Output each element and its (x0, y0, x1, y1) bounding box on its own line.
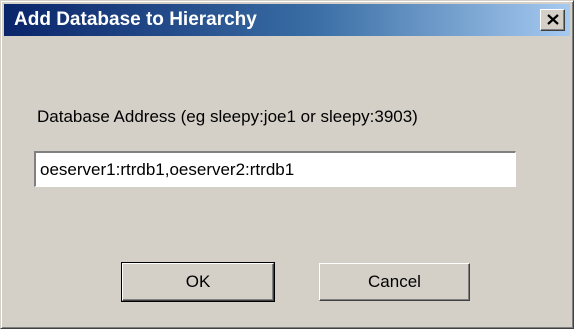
close-icon (547, 14, 559, 25)
cancel-button[interactable]: Cancel (319, 263, 470, 301)
title-bar[interactable]: Add Database to Hierarchy (4, 4, 570, 36)
ok-button[interactable]: OK (121, 262, 275, 302)
database-address-input[interactable] (33, 150, 517, 188)
close-button[interactable] (540, 9, 565, 31)
database-address-label: Database Address (eg sleepy:joe1 or slee… (37, 107, 418, 126)
add-database-dialog: Add Database to Hierarchy Database Addre… (0, 0, 574, 329)
window-title: Add Database to Hierarchy (14, 9, 257, 30)
